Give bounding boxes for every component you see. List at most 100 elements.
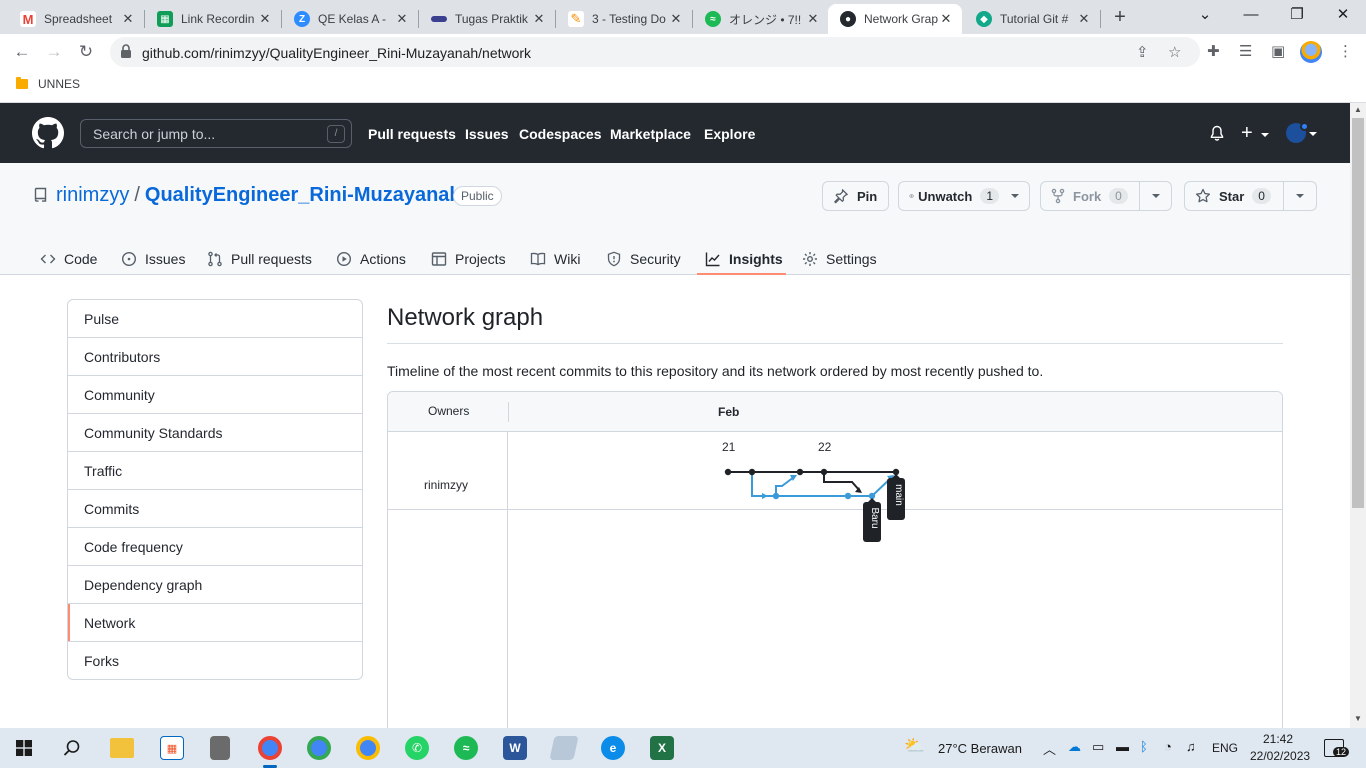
branch-tag-baru[interactable]: Baru bbox=[863, 498, 881, 542]
language-indicator[interactable]: ENG bbox=[1212, 741, 1238, 755]
browser-tab[interactable]: ✎ 3 - Testing Do ✕ bbox=[556, 4, 692, 34]
tab-settings[interactable]: Settings bbox=[802, 243, 877, 275]
sidebar-item-dependency-graph[interactable]: Dependency graph bbox=[68, 566, 362, 604]
fork-dropdown-button[interactable] bbox=[1139, 181, 1172, 211]
close-tab-icon[interactable]: ✕ bbox=[120, 11, 136, 27]
unwatch-button[interactable]: Unwatch 1 bbox=[898, 181, 1030, 211]
new-tab-button[interactable]: + bbox=[1108, 6, 1132, 30]
browser-tab[interactable]: ▦ Link Recordin ✕ bbox=[145, 4, 281, 34]
nav-pull-requests[interactable]: Pull requests bbox=[368, 126, 456, 142]
scrollbar-thumb[interactable] bbox=[1352, 118, 1364, 508]
notepad-icon[interactable] bbox=[549, 736, 579, 760]
chevron-up-icon[interactable]: ︿ bbox=[1043, 739, 1056, 758]
chrome-icon[interactable] bbox=[307, 736, 331, 760]
github-logo-icon[interactable] bbox=[32, 117, 64, 149]
whatsapp-icon[interactable]: ✆ bbox=[405, 736, 429, 760]
tab-search-icon[interactable]: ⌄ bbox=[1182, 0, 1228, 34]
page-scrollbar[interactable]: ▲ ▼ bbox=[1350, 103, 1366, 728]
chrome-icon[interactable] bbox=[356, 736, 380, 760]
close-tab-icon[interactable]: ✕ bbox=[668, 11, 684, 27]
media-icon[interactable]: ☰ bbox=[1239, 42, 1252, 60]
sidebar-item-traffic[interactable]: Traffic bbox=[68, 452, 362, 490]
address-bar[interactable]: github.com/rinimzyy/QualityEngineer_Rini… bbox=[110, 37, 1200, 67]
fork-button[interactable]: Fork 0 bbox=[1040, 181, 1140, 211]
restore-button[interactable]: ❐ bbox=[1274, 0, 1320, 34]
side-panel-icon[interactable]: ▣ bbox=[1271, 42, 1285, 60]
tab-projects[interactable]: Projects bbox=[431, 243, 506, 275]
network-graph-canvas[interactable]: main Baru bbox=[688, 447, 948, 557]
close-tab-icon[interactable]: ✕ bbox=[257, 11, 273, 27]
sidebar-item-forks[interactable]: Forks bbox=[68, 642, 362, 679]
repo-owner-link[interactable]: rinimzyy bbox=[56, 184, 129, 206]
bookmark-folder[interactable]: UNNES bbox=[16, 77, 80, 91]
sidebar-item-pulse[interactable]: Pulse bbox=[68, 300, 362, 338]
weather-text[interactable]: 27°C Berawan bbox=[938, 741, 1022, 756]
sidebar-item-commits[interactable]: Commits bbox=[68, 490, 362, 528]
menu-icon[interactable]: ⋮ bbox=[1338, 42, 1353, 60]
speaker-icon[interactable]: ♫ bbox=[1186, 739, 1196, 754]
tab-insights[interactable]: Insights bbox=[705, 243, 783, 275]
share-icon[interactable]: ⇪ bbox=[1136, 43, 1149, 61]
branch-tag-main[interactable]: main bbox=[887, 474, 905, 520]
clock-date[interactable]: 22/02/2023 bbox=[1250, 749, 1310, 763]
word-icon[interactable]: W bbox=[503, 736, 527, 760]
minimize-button[interactable]: — bbox=[1228, 0, 1274, 34]
nav-codespaces[interactable]: Codespaces bbox=[519, 126, 601, 142]
search-icon[interactable] bbox=[63, 739, 81, 757]
back-icon[interactable]: ← bbox=[10, 40, 34, 64]
commit-dot[interactable] bbox=[772, 492, 780, 500]
file-explorer-icon[interactable] bbox=[110, 738, 134, 758]
search-input[interactable]: Search or jump to... / bbox=[80, 119, 352, 148]
commit-dot[interactable] bbox=[796, 468, 804, 476]
browser-tab[interactable]: ≈ オレンジ • 7!! ✕ bbox=[693, 4, 829, 34]
chrome-icon[interactable] bbox=[258, 736, 282, 760]
commit-dot[interactable] bbox=[748, 468, 756, 476]
star-dropdown-button[interactable] bbox=[1283, 181, 1317, 211]
network-graph-panel[interactable]: Owners Feb rinimzyy 21 22 main Baru bbox=[387, 391, 1283, 728]
bluetooth-icon[interactable]: ᛒ bbox=[1140, 739, 1148, 754]
close-tab-icon[interactable]: ✕ bbox=[938, 11, 954, 27]
repo-name-link[interactable]: QualityEngineer_Rini-Muzayanah bbox=[145, 184, 462, 206]
pin-button[interactable]: Pin bbox=[822, 181, 889, 211]
close-window-button[interactable]: ✕ bbox=[1320, 0, 1366, 34]
nav-marketplace[interactable]: Marketplace bbox=[610, 126, 691, 142]
close-tab-icon[interactable]: ✕ bbox=[531, 11, 547, 27]
device-icon[interactable]: ▭ bbox=[1092, 739, 1104, 755]
commit-dot[interactable] bbox=[724, 468, 732, 476]
weather-icon[interactable]: ⛅ bbox=[904, 736, 925, 756]
close-tab-icon[interactable]: ✕ bbox=[805, 11, 821, 27]
reload-icon[interactable]: ↻ bbox=[74, 40, 98, 64]
bookmark-star-icon[interactable]: ☆ bbox=[1168, 43, 1181, 61]
forward-icon[interactable]: → bbox=[42, 40, 66, 64]
nav-issues[interactable]: Issues bbox=[465, 126, 509, 142]
close-tab-icon[interactable]: ✕ bbox=[394, 11, 410, 27]
app-icon[interactable] bbox=[210, 736, 230, 760]
onedrive-icon[interactable]: ☁ bbox=[1068, 739, 1081, 755]
commit-dot[interactable] bbox=[844, 492, 852, 500]
sidebar-item-community[interactable]: Community bbox=[68, 376, 362, 414]
commit-dot[interactable] bbox=[820, 468, 828, 476]
browser-tab-active[interactable]: ● Network Grap ✕ bbox=[828, 4, 962, 34]
nav-explore[interactable]: Explore bbox=[704, 126, 755, 142]
tab-wiki[interactable]: Wiki bbox=[530, 243, 580, 275]
create-new-icon[interactable]: + bbox=[1241, 122, 1253, 145]
wifi-icon[interactable]: ◔ bbox=[1164, 739, 1172, 754]
star-button[interactable]: Star 0 bbox=[1184, 181, 1284, 211]
edge-icon[interactable]: e bbox=[601, 736, 625, 760]
tab-security[interactable]: Security bbox=[606, 243, 681, 275]
tab-issues[interactable]: Issues bbox=[121, 243, 185, 275]
sidebar-item-community-standards[interactable]: Community Standards bbox=[68, 414, 362, 452]
tab-pull-requests[interactable]: Pull requests bbox=[207, 243, 312, 275]
sidebar-item-code-frequency[interactable]: Code frequency bbox=[68, 528, 362, 566]
clock-time[interactable]: 21:42 bbox=[1263, 732, 1293, 746]
battery-icon[interactable]: ▬ bbox=[1116, 739, 1129, 754]
chevron-down-icon[interactable] bbox=[1261, 133, 1269, 137]
sidebar-item-contributors[interactable]: Contributors bbox=[68, 338, 362, 376]
sidebar-item-network[interactable]: Network bbox=[68, 604, 362, 642]
windows-start-icon[interactable] bbox=[16, 740, 32, 756]
chevron-down-icon[interactable] bbox=[1309, 132, 1317, 136]
browser-tab[interactable]: ◆ Tutorial Git # ✕ bbox=[964, 4, 1100, 34]
browser-tab[interactable]: Z QE Kelas A - ✕ bbox=[282, 4, 418, 34]
spotify-icon[interactable]: ≈ bbox=[454, 736, 478, 760]
extensions-icon[interactable]: ✚ bbox=[1207, 42, 1220, 60]
